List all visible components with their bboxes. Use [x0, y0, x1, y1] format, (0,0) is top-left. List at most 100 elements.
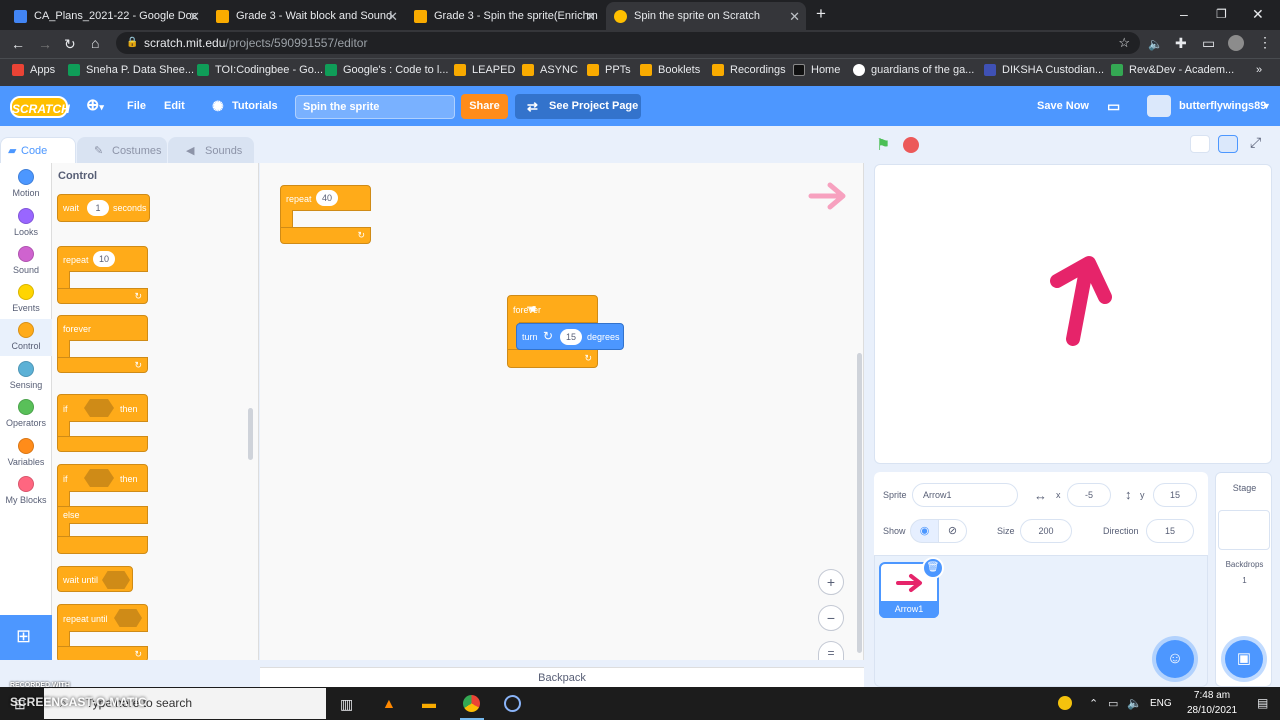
sprite-direction-input[interactable]: 15: [1146, 519, 1194, 543]
volume-icon[interactable]: 🔈: [1127, 695, 1142, 711]
fullscreen-icon[interactable]: ⤢: [1250, 134, 1261, 151]
share-button[interactable]: Share: [461, 94, 508, 119]
bookmark-item[interactable]: LEAPED: [454, 64, 515, 76]
category-operators[interactable]: Operators: [0, 399, 52, 428]
condition-slot[interactable]: [84, 469, 114, 487]
forward-icon[interactable]: →: [38, 36, 52, 52]
bookmark-item[interactable]: ASYNC: [522, 64, 578, 76]
add-extension-button[interactable]: ⊞: [0, 615, 52, 660]
sprite-x-input[interactable]: -5: [1067, 483, 1111, 507]
speaker-icon[interactable]: 🔈: [1148, 36, 1163, 52]
repeat-block[interactable]: repeat 10: [57, 246, 148, 272]
bookmark-item[interactable]: guardians of the ga...: [853, 64, 974, 76]
script-repeat-block[interactable]: repeat 40: [280, 185, 371, 211]
repeat-count-input[interactable]: 10: [93, 251, 115, 267]
bookmark-item[interactable]: Google's : Code to l...: [325, 64, 448, 76]
star-icon[interactable]: ☆: [1118, 32, 1130, 54]
green-flag-icon[interactable]: ⚑: [876, 135, 894, 154]
close-window-icon[interactable]: ✕: [1252, 6, 1264, 22]
stop-icon[interactable]: [903, 137, 919, 153]
category-motion[interactable]: Motion: [0, 169, 52, 198]
normal-stage-icon[interactable]: [1218, 135, 1238, 153]
condition-slot[interactable]: [84, 399, 114, 417]
script-turn-block[interactable]: turn ↻ 15 degrees: [516, 323, 624, 350]
bookmark-item[interactable]: DIKSHA Custodian...: [984, 64, 1104, 76]
caret-down-icon[interactable]: ▼: [1262, 86, 1271, 126]
if-then-block[interactable]: if then: [57, 394, 148, 422]
task-view-icon[interactable]: ▥: [340, 696, 353, 712]
screencast-icon[interactable]: [504, 695, 521, 712]
zoom-reset-icon[interactable]: =: [818, 641, 844, 660]
wait-seconds-input[interactable]: 1: [87, 200, 109, 216]
weather-icon[interactable]: [1058, 696, 1072, 710]
tab-costumes[interactable]: ✎ Costumes: [77, 137, 167, 163]
my-stuff-folder-icon[interactable]: ▭: [1107, 86, 1120, 126]
vlc-icon[interactable]: ▲: [382, 695, 396, 711]
bookmarks-overflow-icon[interactable]: »: [1256, 64, 1262, 76]
save-now-button[interactable]: Save Now: [1037, 86, 1089, 126]
palette-scrollbar[interactable]: [248, 408, 253, 460]
wait-seconds-block[interactable]: wait 1 seconds: [57, 194, 150, 222]
bookmark-item[interactable]: Home: [793, 64, 840, 76]
script-repeat-count-input[interactable]: 40: [316, 190, 338, 206]
close-icon[interactable]: ✕: [789, 9, 800, 25]
code-workspace[interactable]: repeat 40 ↻ forever ☚ ↻ turn ↻ 15 degree…: [260, 163, 864, 660]
close-icon[interactable]: ✕: [387, 9, 398, 25]
file-explorer-icon[interactable]: ▬: [422, 695, 436, 711]
forever-block[interactable]: forever: [57, 315, 148, 341]
extensions-icon[interactable]: ✚: [1175, 35, 1187, 51]
bookmark-item[interactable]: PPTs: [587, 64, 631, 76]
small-stage-icon[interactable]: [1190, 135, 1210, 153]
stage-thumbnail[interactable]: [1218, 510, 1270, 550]
globe-icon[interactable]: ⊕▾: [86, 86, 104, 126]
cast-icon[interactable]: ▭: [1202, 35, 1215, 51]
maximize-icon[interactable]: ❐: [1216, 6, 1227, 22]
category-my-blocks[interactable]: My Blocks: [0, 476, 52, 505]
reload-icon[interactable]: ↻: [64, 36, 76, 52]
category-variables[interactable]: Variables: [0, 438, 52, 467]
edit-menu[interactable]: Edit: [164, 86, 185, 126]
arrow-sprite[interactable]: [1033, 255, 1113, 347]
script-forever-block[interactable]: forever ☚: [507, 295, 598, 323]
minimize-icon[interactable]: –: [1180, 6, 1188, 22]
choose-sprite-cat-icon[interactable]: ☺: [1156, 640, 1194, 678]
home-icon[interactable]: ⌂: [91, 35, 99, 51]
sprite-name-input[interactable]: Arrow1: [912, 483, 1018, 507]
repeat-until-block[interactable]: repeat until: [57, 604, 148, 632]
see-project-page-button[interactable]: ⇄ See Project Page: [515, 94, 641, 119]
turn-degrees-input[interactable]: 15: [560, 329, 582, 345]
bookmark-item[interactable]: Apps: [12, 64, 55, 76]
tutorials-button[interactable]: Tutorials: [232, 86, 278, 126]
wait-until-block[interactable]: wait until: [57, 566, 133, 592]
clock-time[interactable]: 7:48 am: [1187, 690, 1237, 701]
battery-icon[interactable]: ▭: [1108, 696, 1118, 712]
language-indicator[interactable]: ENG: [1150, 698, 1172, 709]
profile-avatar[interactable]: [1228, 35, 1244, 51]
browser-tab[interactable]: CA_Plans_2021-22 - Google Doc ✕: [6, 2, 206, 30]
more-menu-icon[interactable]: ⋮: [1258, 34, 1272, 50]
close-icon[interactable]: ✕: [189, 9, 200, 25]
new-tab-icon[interactable]: +: [816, 5, 826, 22]
browser-tab-active[interactable]: Spin the sprite on Scratch ✕: [606, 2, 806, 30]
tray-chevron-up-icon[interactable]: ⌃: [1089, 696, 1098, 712]
category-looks[interactable]: Looks: [0, 208, 52, 237]
url-input[interactable]: 🔒 scratch.mit.edu/projects/590991557/edi…: [116, 32, 1140, 54]
sprite-y-input[interactable]: 15: [1153, 483, 1197, 507]
workspace-scrollbar[interactable]: [857, 353, 862, 653]
clock-date[interactable]: 28/10/2021: [1180, 705, 1244, 716]
bookmark-item[interactable]: Recordings: [712, 64, 786, 76]
username-menu[interactable]: butterflywings89: [1179, 86, 1266, 126]
project-title-input[interactable]: Spin the sprite: [295, 95, 455, 119]
chrome-icon[interactable]: [463, 695, 480, 712]
browser-tab[interactable]: Grade 3 - Spin the sprite(Enrichm ✕: [406, 2, 602, 30]
close-icon[interactable]: ✕: [585, 9, 596, 25]
stage-canvas[interactable]: [874, 164, 1272, 464]
choose-backdrop-icon[interactable]: ▣: [1225, 640, 1263, 678]
zoom-in-icon[interactable]: +: [818, 569, 844, 595]
show-visible-eye-icon[interactable]: ◉: [910, 519, 939, 543]
backpack-bar[interactable]: Backpack: [260, 667, 864, 687]
notification-icon[interactable]: ▤: [1257, 695, 1268, 711]
category-sensing[interactable]: Sensing: [0, 361, 52, 390]
category-events[interactable]: Events: [0, 284, 52, 313]
zoom-out-icon[interactable]: −: [818, 605, 844, 631]
